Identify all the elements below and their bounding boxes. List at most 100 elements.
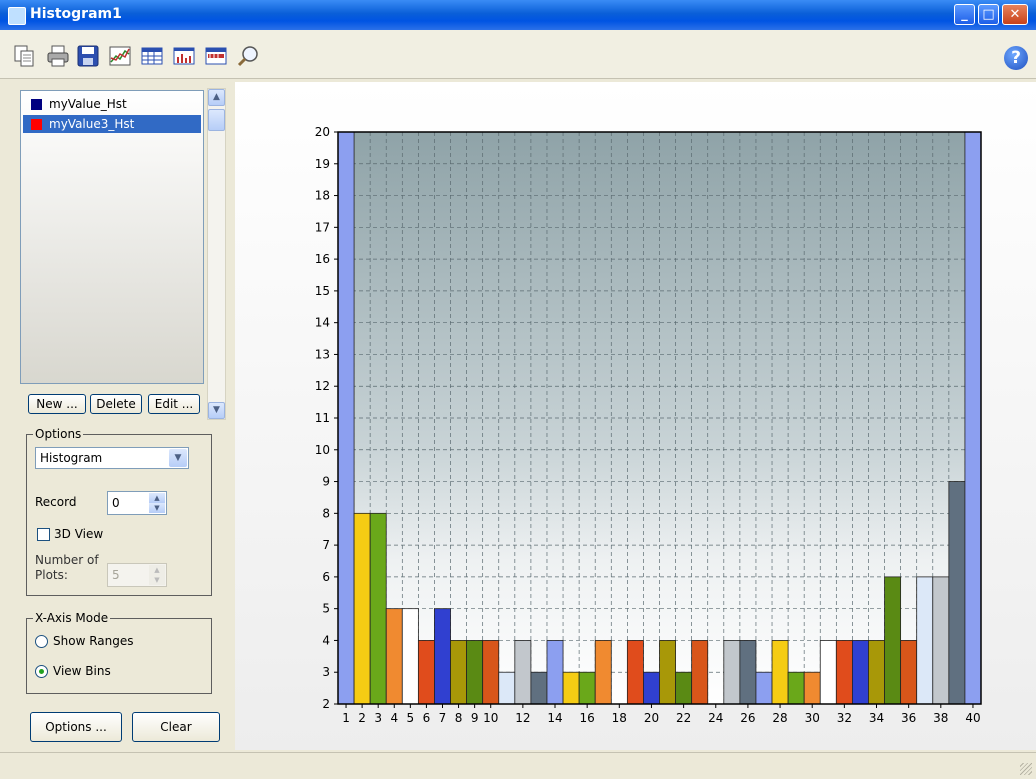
show-ranges-radio[interactable] — [35, 635, 48, 648]
x-tick-label: 26 — [740, 711, 755, 725]
y-tick-label: 8 — [322, 506, 330, 520]
y-tick-label: 2 — [322, 697, 330, 711]
histogram-bar — [385, 608, 403, 705]
chart-pane: 2 3 4 5 6 7 8 9 10 11 12 13 14 15 16 17 18 19 20 1 2 3 4 5 6 7 8 9 1… — [235, 82, 1036, 750]
3d-view-checkbox[interactable] — [37, 528, 50, 541]
scroll-down-icon[interactable]: ▼ — [208, 402, 225, 419]
y-tick-label: 15 — [315, 284, 330, 298]
histogram-bar — [771, 640, 789, 705]
print-icon[interactable] — [46, 44, 70, 68]
x-tick-label: 10 — [483, 711, 498, 725]
series-color-swatch — [31, 119, 42, 130]
maximize-button[interactable]: □ — [978, 4, 999, 25]
histogram-bar — [626, 640, 644, 705]
histogram-bar — [562, 671, 580, 705]
x-tick-label: 12 — [515, 711, 530, 725]
grid-icon[interactable] — [204, 44, 228, 68]
spin-up-icon[interactable]: ▲ — [149, 565, 165, 575]
scroll-thumb[interactable] — [208, 109, 225, 131]
minimize-button[interactable]: _ — [954, 4, 975, 25]
mode-select[interactable]: Histogram ▼ — [35, 447, 189, 469]
series-color-swatch — [31, 99, 42, 110]
spin-down-icon[interactable]: ▼ — [149, 503, 165, 513]
x-tick-label: 36 — [901, 711, 916, 725]
y-tick-label: 13 — [315, 347, 330, 361]
chevron-down-icon[interactable]: ▼ — [169, 449, 187, 467]
y-tick-label: 14 — [315, 316, 330, 330]
view-bins-radio[interactable] — [35, 665, 48, 678]
record-stepper[interactable]: 0 ▲ ▼ — [107, 491, 167, 515]
new-button[interactable]: New ... — [28, 394, 86, 414]
copy-icon[interactable] — [12, 44, 36, 68]
list-item-myvalue3-hst[interactable]: myValue3_Hst — [23, 115, 201, 133]
y-tick-label: 12 — [315, 379, 330, 393]
x-tick-label: 18 — [612, 711, 627, 725]
histogram-bar — [482, 640, 500, 705]
x-tick-label: 6 — [423, 711, 431, 725]
histogram-bar — [852, 640, 869, 705]
save-icon[interactable] — [76, 44, 100, 68]
plots-label-2: Plots: — [35, 568, 68, 582]
chart-icon[interactable] — [108, 44, 132, 68]
y-tick-label: 19 — [315, 157, 330, 171]
spin-down-icon[interactable]: ▼ — [149, 575, 165, 585]
table-icon[interactable] — [140, 44, 164, 68]
histogram-bar — [594, 640, 612, 705]
histogram-bar — [466, 640, 484, 705]
x-tick-label: 8 — [455, 711, 463, 725]
plots-value: 5 — [112, 568, 120, 582]
list-scrollbar[interactable]: ▲ ▼ — [207, 88, 226, 420]
xaxis-mode-title: X-Axis Mode — [33, 611, 111, 625]
x-tick-label: 40 — [965, 711, 980, 725]
histogram-bar — [675, 671, 693, 705]
show-ranges-label: Show Ranges — [53, 634, 134, 648]
3d-view-label: 3D View — [54, 527, 104, 541]
spin-up-icon[interactable]: ▲ — [149, 493, 165, 503]
zoom-icon[interactable] — [236, 44, 260, 68]
histogram-icon[interactable] — [172, 44, 196, 68]
histogram-bar — [868, 640, 885, 705]
x-tick-label: 20 — [644, 711, 659, 725]
histogram-bar — [514, 640, 532, 705]
list-item-myvalue-hst[interactable]: myValue_Hst — [23, 95, 201, 113]
delete-button[interactable]: Delete — [90, 394, 142, 414]
histogram-bar — [546, 640, 564, 705]
histogram-bar — [643, 671, 660, 705]
options-group: Options Histogram ▼ Record 0 ▲ ▼ 3D View… — [26, 427, 212, 596]
histogram-bar — [803, 671, 821, 705]
histogram-bar — [835, 640, 853, 705]
x-tick-label: 5 — [407, 711, 415, 725]
histogram-bar — [723, 640, 741, 705]
y-tick-label: 7 — [322, 538, 330, 552]
histogram-bar — [964, 131, 982, 705]
close-button[interactable]: ✕ — [1002, 4, 1028, 25]
histogram-chart[interactable]: 2345678910111213141516171819201 2 3 4 5 6 7 8 9 1… — [235, 82, 1036, 750]
options-button[interactable]: Options ... — [30, 712, 122, 742]
plots-label: Number of — [35, 553, 99, 567]
dataset-list[interactable]: myValue_Hst myValue3_Hst — [20, 90, 204, 384]
histogram-bar — [659, 640, 676, 705]
scroll-up-icon[interactable]: ▲ — [208, 89, 225, 106]
x-tick-label: 28 — [772, 711, 787, 725]
histogram-bar — [401, 608, 419, 705]
x-tick-label: 4 — [390, 711, 398, 725]
x-tick-label: 30 — [805, 711, 820, 725]
x-tick-label: 16 — [580, 711, 595, 725]
x-tick-label: 22 — [676, 711, 691, 725]
x-tick-label: 32 — [837, 711, 852, 725]
y-tick-label: 20 — [315, 125, 330, 139]
left-panel: myValue_Hst myValue3_Hst ▲ ▼ New ... Del… — [10, 84, 232, 744]
histogram-bar — [739, 640, 757, 705]
help-icon[interactable]: ? — [1004, 46, 1028, 70]
x-tick-label: 34 — [869, 711, 884, 725]
y-tick-label: 9 — [322, 475, 330, 489]
x-tick-label: 2 — [358, 711, 366, 725]
xaxis-mode-group: X-Axis Mode Show Ranges View Bins — [26, 611, 212, 694]
x-tick-label: 9 — [471, 711, 479, 725]
x-tick-label: 7 — [439, 711, 447, 725]
resize-grip-icon[interactable] — [1020, 763, 1032, 775]
list-item-label: myValue_Hst — [49, 97, 127, 111]
plots-stepper[interactable]: 5 ▲ ▼ — [107, 563, 167, 587]
clear-button[interactable]: Clear — [132, 712, 220, 742]
edit-button[interactable]: Edit ... — [148, 394, 200, 414]
